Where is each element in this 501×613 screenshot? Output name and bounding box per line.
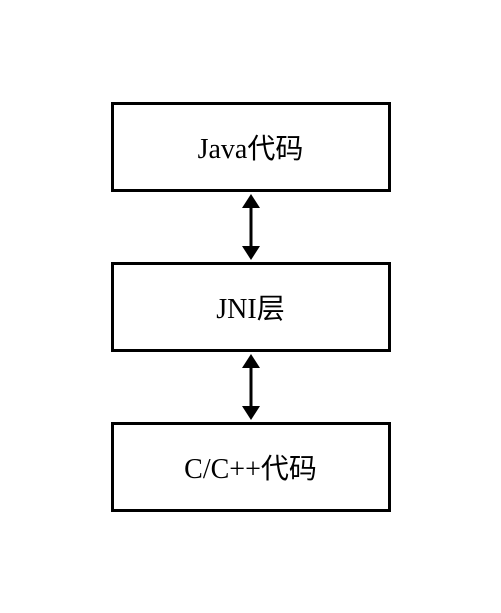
double-arrow-icon <box>231 352 271 422</box>
jni-layer-box: JNI层 <box>111 262 391 352</box>
c-cpp-code-box: C/C++代码 <box>111 422 391 512</box>
java-code-label: Java代码 <box>198 127 304 167</box>
c-cpp-code-label: C/C++代码 <box>184 447 317 487</box>
arrow-bottom <box>231 352 271 422</box>
double-arrow-icon <box>231 192 271 262</box>
layer-diagram: Java代码 JNI层 C/C++代码 <box>111 102 391 512</box>
jni-layer-label: JNI层 <box>216 287 284 327</box>
java-code-box: Java代码 <box>111 102 391 192</box>
arrow-top <box>231 192 271 262</box>
